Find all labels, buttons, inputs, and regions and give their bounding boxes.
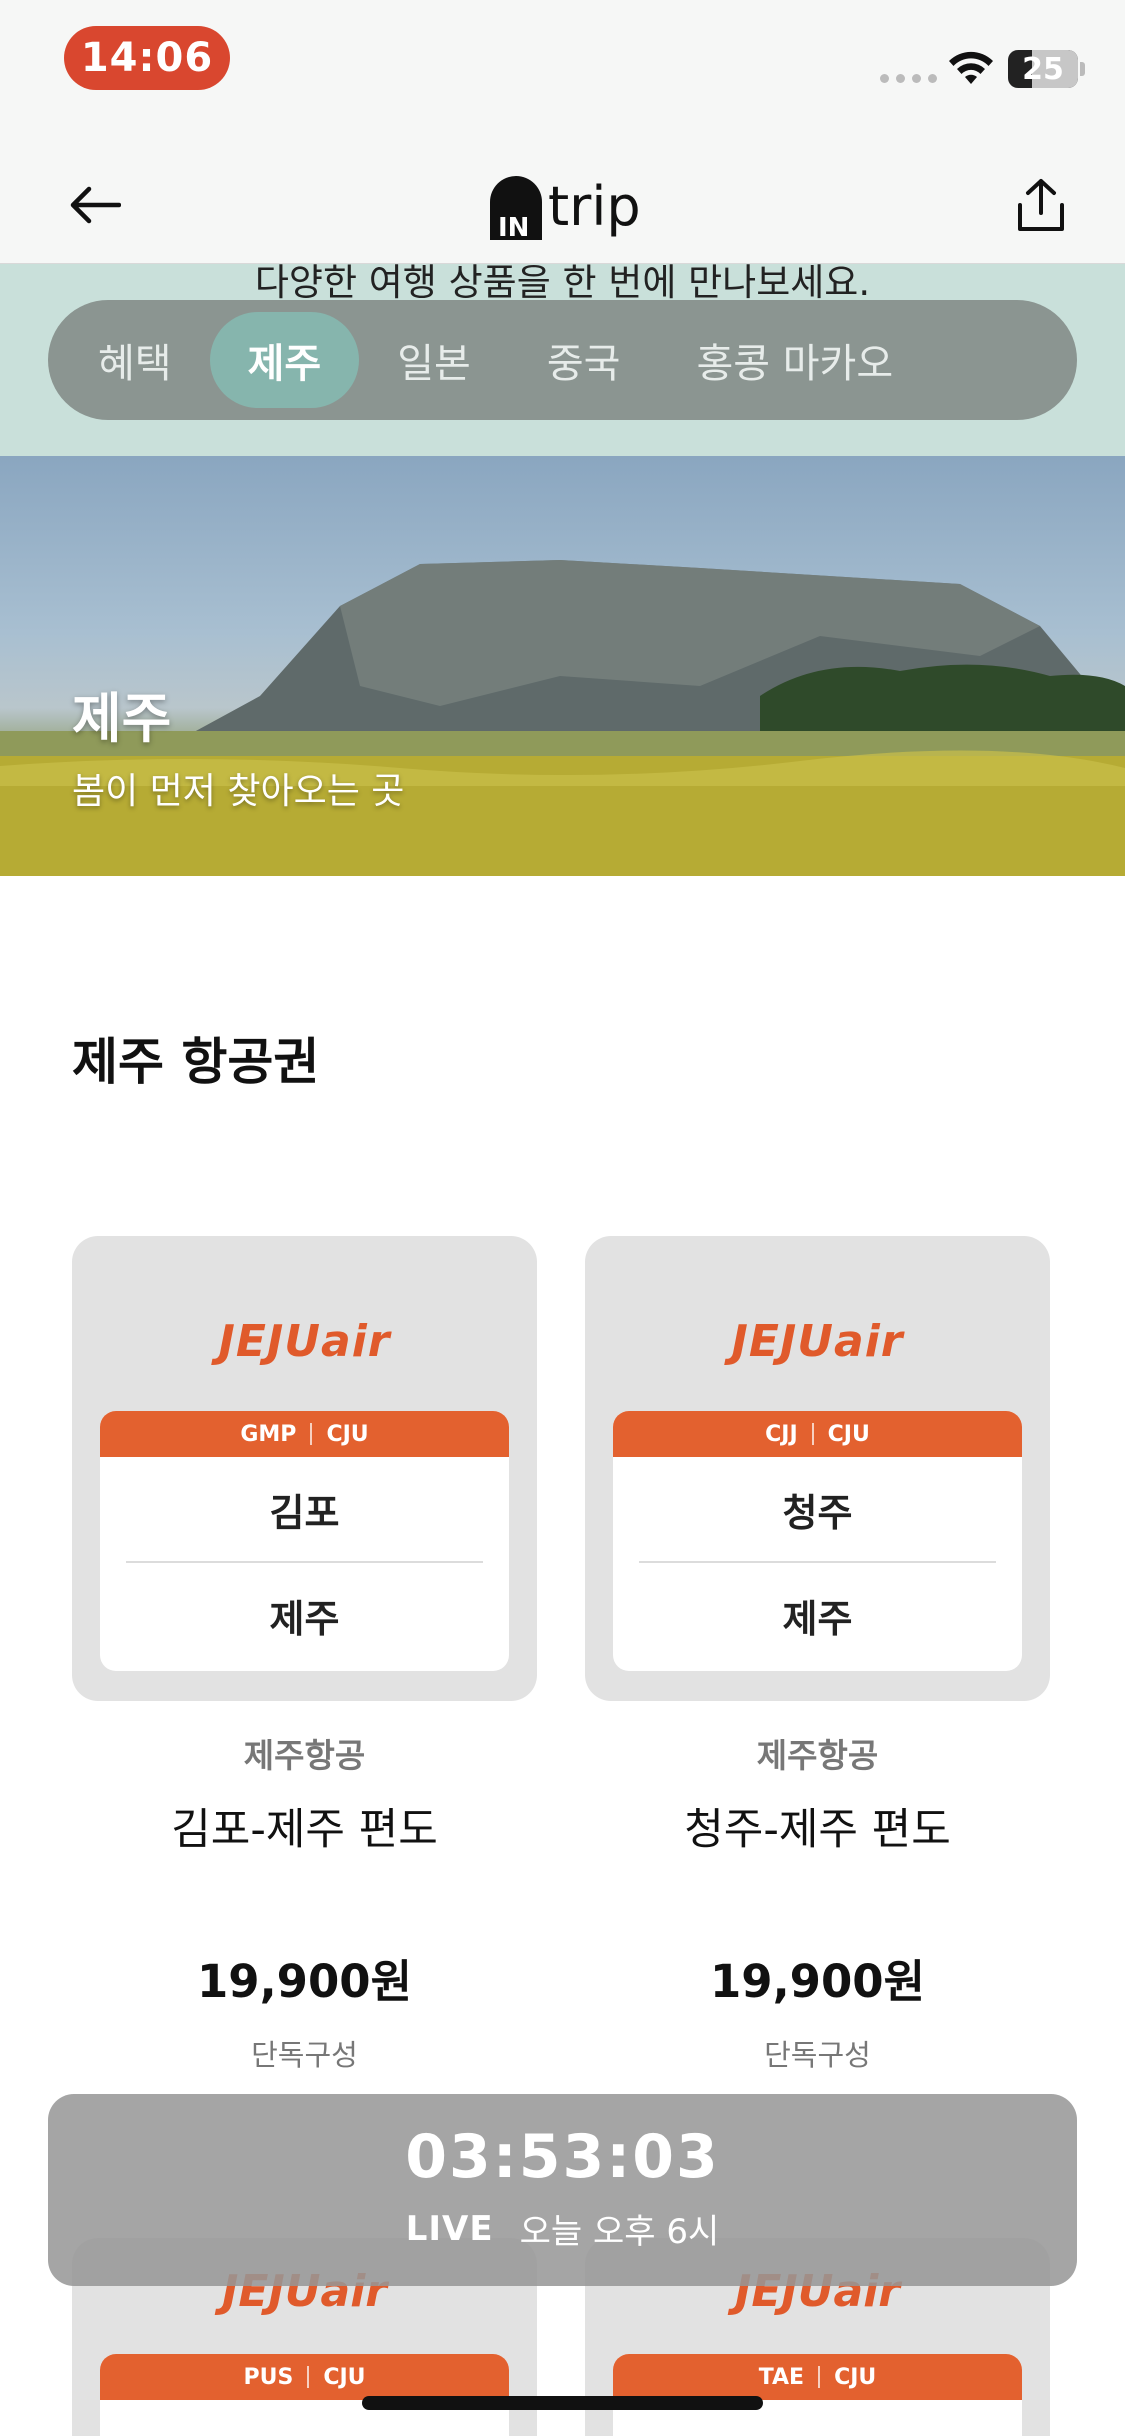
tab-benefits[interactable]: 혜택 — [60, 312, 210, 408]
ticket-to: 제주 — [269, 1596, 340, 1641]
airline-logo: JEJUair — [218, 1316, 391, 1367]
ticket-to: 제주 — [782, 1596, 853, 1641]
share-button[interactable] — [1006, 168, 1076, 242]
ticket-from: 김포 — [269, 1490, 340, 1535]
card-note: 단독구성 — [764, 2038, 871, 2072]
arrow-left-icon — [70, 186, 121, 224]
tab-jeju[interactable]: 제주 — [209, 312, 360, 408]
to-code: CJU — [827, 1421, 870, 1447]
tab-japan[interactable]: 일본 — [359, 312, 509, 408]
live-time: 오늘 오후 6시 — [519, 2212, 720, 2252]
flight-card[interactable]: JEJUair CJJ CJU 청주 제주 제주항공 청주-제주 편도 19,9… — [585, 1236, 1050, 2074]
hero-title: 제주 — [72, 687, 172, 750]
ticket: TAE CJU — [613, 2354, 1022, 2436]
ticket-codes: PUS CJU — [100, 2354, 509, 2400]
tab-china[interactable]: 중국 — [509, 312, 659, 408]
nav-header: IN trip — [0, 130, 1125, 264]
ticket: PUS CJU — [100, 2354, 509, 2436]
from-code: CJJ — [765, 1421, 798, 1447]
cellular-signal-icon — [880, 74, 937, 83]
card-note: 단독구성 — [251, 2038, 358, 2072]
status-time: 14:06 — [64, 26, 230, 90]
live-label: LIVE — [405, 2208, 494, 2249]
logo-prefix: IN — [498, 213, 529, 240]
code-divider — [818, 2366, 821, 2388]
from-code: GMP — [240, 1421, 297, 1447]
to-code: CJU — [326, 1421, 369, 1447]
live-info: LIVE 오늘 오후 6시 — [48, 2204, 1077, 2253]
share-icon — [1018, 179, 1064, 231]
card-route: 김포-제주 편도 — [171, 1805, 438, 1855]
back-button[interactable] — [60, 170, 130, 240]
ticket-codes: CJJ CJU — [613, 1411, 1022, 1457]
section-title: 제주 항공권 — [72, 1033, 320, 1091]
countdown-timer: 03:53:03 — [405, 2122, 720, 2192]
hero-subtitle: 봄이 먼저 찾아오는 곳 — [72, 771, 405, 812]
intrip-logo: IN trip — [488, 160, 641, 243]
card-price: 19,900원 — [196, 1955, 413, 2008]
from-code: PUS — [243, 2364, 294, 2390]
wifi-icon — [949, 51, 993, 84]
status-bar: 14:06 25 — [0, 0, 1125, 130]
battery-tip — [1080, 62, 1085, 76]
ticket-codes: TAE CJU — [613, 2354, 1022, 2400]
flight-card[interactable]: JEJUair GMP CJU 김포 제주 제주항공 김포-제주 편도 19,9… — [72, 1236, 537, 2074]
card-airline: 제주항공 — [756, 1736, 879, 1775]
code-divider — [310, 1423, 313, 1445]
category-band: 다양한 여행 상품을 한 번에 만나보세요. 혜택 제주 일본 중국 홍콩 마카… — [0, 264, 1125, 456]
code-divider — [307, 2366, 310, 2388]
card-price: 19,900원 — [709, 1955, 926, 2008]
ticket: GMP CJU 김포 제주 — [100, 1411, 509, 1671]
battery-icon: 25 — [1008, 50, 1078, 88]
card-route: 청주-제주 편도 — [684, 1805, 951, 1855]
logo-text: trip — [548, 175, 641, 238]
logo-mark: IN — [488, 174, 544, 243]
hero-banner[interactable]: 제주 봄이 먼저 찾아오는 곳 — [0, 456, 1125, 876]
flight-card-image: JEJUair CJJ CJU 청주 제주 — [585, 1236, 1050, 1701]
airline-logo: JEJUair — [731, 1316, 904, 1367]
code-divider — [811, 1423, 814, 1445]
to-code: CJU — [834, 2364, 877, 2390]
ticket: CJJ CJU 청주 제주 — [613, 1411, 1022, 1671]
card-airline: 제주항공 — [243, 1736, 366, 1775]
ticket-from: 청주 — [782, 1490, 853, 1535]
banner-text: 다양한 여행 상품을 한 번에 만나보세요. — [254, 264, 871, 304]
live-timer-panel[interactable]: 03:53:03 LIVE 오늘 오후 6시 — [48, 2094, 1077, 2286]
flight-card-image: JEJUair GMP CJU 김포 제주 — [72, 1236, 537, 1701]
ticket-codes: GMP CJU — [100, 1411, 509, 1457]
home-indicator[interactable] — [362, 2396, 763, 2410]
from-code: TAE — [758, 2364, 805, 2390]
tab-hongkong-macau[interactable]: 홍콩 마카오 — [658, 312, 931, 408]
battery-level: 25 — [1022, 51, 1064, 87]
to-code: CJU — [323, 2364, 366, 2390]
category-tabs: 혜택 제주 일본 중국 홍콩 마카오 — [48, 300, 1077, 420]
